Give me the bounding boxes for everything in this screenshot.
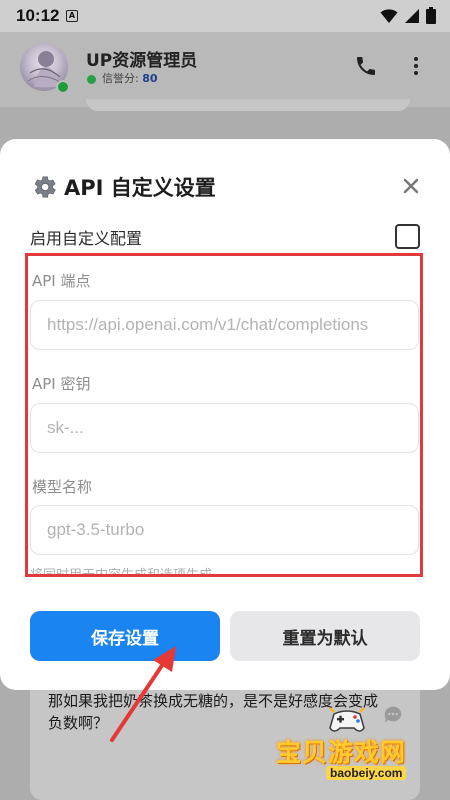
wifi-icon	[380, 8, 398, 23]
close-icon[interactable]	[400, 175, 422, 197]
save-settings-button[interactable]: 保存设置	[30, 611, 220, 661]
gear-icon	[34, 176, 56, 198]
api-key-input[interactable]	[30, 403, 419, 453]
reputation-dot-icon	[87, 75, 96, 84]
battery-icon	[426, 7, 436, 24]
enable-custom-config-checkbox[interactable]	[395, 224, 420, 249]
reputation-value: 80	[142, 72, 158, 85]
chat-bubble-icon[interactable]	[382, 704, 404, 726]
status-time: 10:12	[16, 6, 60, 25]
message-bubble-partial	[86, 99, 410, 111]
enable-custom-config-label: 启用自定义配置	[30, 229, 143, 248]
online-status-dot	[56, 80, 70, 94]
model-name-input[interactable]	[30, 505, 419, 555]
signal-icon	[405, 8, 419, 23]
watermark-gamepad-icon	[329, 707, 365, 732]
api-endpoint-label: API 端点	[32, 272, 91, 290]
reset-default-button[interactable]: 重置为默认	[230, 611, 420, 661]
status-icons	[380, 7, 436, 24]
reputation-score: 信誉分: 80	[102, 70, 158, 86]
status-bar: 10:12 A	[0, 0, 450, 32]
api-endpoint-input[interactable]	[30, 300, 419, 350]
watermark-url: baobeiy.com	[326, 766, 407, 780]
chat-header: UP资源管理员 信誉分: 80	[0, 32, 450, 107]
chat-title: UP资源管理员	[86, 51, 198, 71]
notification-icon: A	[66, 10, 78, 22]
model-hint-text: 将同时用于内容生成和选项生成	[30, 563, 212, 575]
phone-icon[interactable]	[354, 54, 378, 78]
model-name-label: 模型名称	[32, 478, 93, 496]
watermark-title: 宝贝游戏网	[276, 738, 407, 767]
dialog-title: API 自定义设置	[64, 176, 216, 200]
reputation-label: 信誉分:	[102, 72, 139, 85]
more-icon[interactable]	[404, 54, 428, 78]
api-settings-dialog: API 自定义设置 启用自定义配置 API 端点 API 密钥 模型名称 将同时…	[0, 139, 450, 690]
api-key-label: API 密钥	[32, 375, 91, 393]
